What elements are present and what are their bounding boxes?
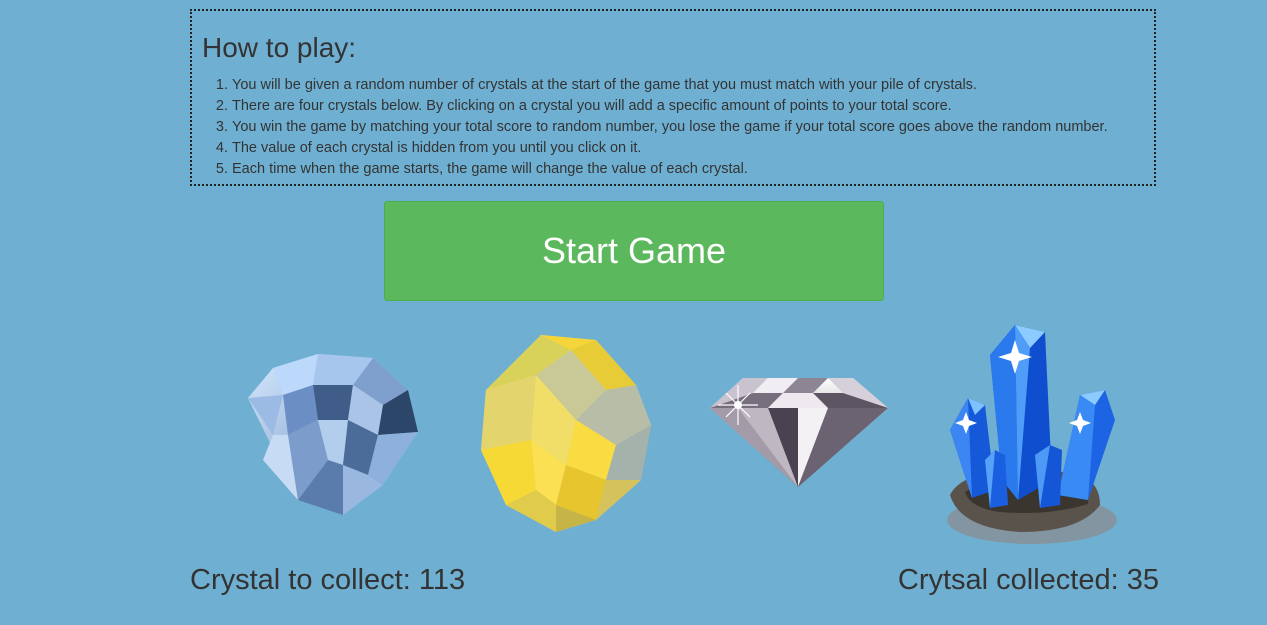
instruction-step: There are four crystals below. By clicki… <box>232 96 1108 117</box>
crystal-collected-score: Crytsal collected: 35 <box>897 564 1159 596</box>
instructions-heading: How to play: <box>202 32 357 63</box>
instruction-step: You will be given a random number of cry… <box>232 75 1108 96</box>
blue-diamond-icon[interactable] <box>243 350 423 518</box>
crystal-target-score: Crystal to collect: 113 <box>190 564 466 596</box>
instructions-panel: How to play: You will be given a random … <box>190 9 1156 186</box>
yellow-gem-icon[interactable] <box>476 330 656 535</box>
instruction-step: You win the game by matching your total … <box>232 117 1108 138</box>
blue-crystal-cluster-icon[interactable] <box>940 320 1120 548</box>
instruction-step: Each time when the game starts, the game… <box>232 159 1108 180</box>
start-game-button[interactable]: Start Game <box>384 201 884 301</box>
instructions-list: You will be given a random number of cry… <box>201 75 1108 180</box>
clear-diamond-icon[interactable] <box>708 375 890 490</box>
instruction-step: The value of each crystal is hidden from… <box>232 138 1108 159</box>
